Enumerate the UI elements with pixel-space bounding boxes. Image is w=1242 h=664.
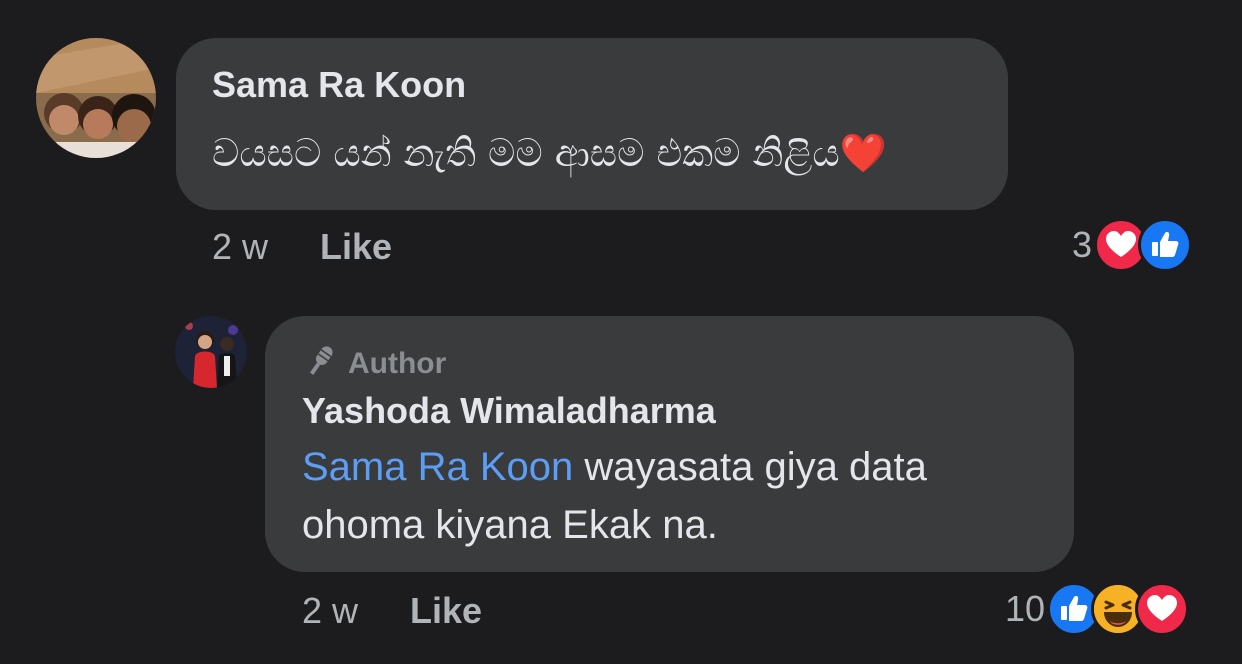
heart-emoji: ❤️ [839,131,887,175]
reaction-count: 3 [1072,224,1093,265]
comment-thread: Sama Ra Koon වයසට යන් නැති මම ආසම එකම නි… [0,0,1242,664]
reply-like-button[interactable]: Like [410,590,482,632]
like-icon [1138,218,1193,272]
reply-reaction-summary[interactable]: 10 [1005,582,1190,636]
author-badge-label: Author [348,347,447,380]
commenter-avatar[interactable] [36,38,156,158]
microphone-icon [302,342,338,386]
reply-author-name[interactable]: Yashoda Wimaladharma [302,390,716,432]
comment-timestamp[interactable]: 2 w [212,226,268,268]
comment-author-name[interactable]: Sama Ra Koon [212,64,466,106]
love-icon [1135,582,1190,636]
reaction-summary[interactable]: 3 [1072,218,1193,272]
author-badge: Author [302,342,446,386]
comment-text-body: වයසට යන් නැති මම ආසම එකම නිළිය [212,131,840,175]
author-avatar[interactable] [175,316,247,388]
reply-text: Sama Ra Koon wayasata giya data ohoma ki… [302,438,1054,554]
comment-text: වයසට යන් නැති මම ආසම එකම නිළිය❤️ [212,124,887,182]
reply-meta: 2 w Like [302,590,482,632]
like-button[interactable]: Like [320,226,392,268]
reply-reaction-count: 10 [1005,588,1046,629]
reply-timestamp[interactable]: 2 w [302,590,358,632]
mention-link[interactable]: Sama Ra Koon [302,445,573,489]
comment-meta: 2 w Like [212,226,392,268]
